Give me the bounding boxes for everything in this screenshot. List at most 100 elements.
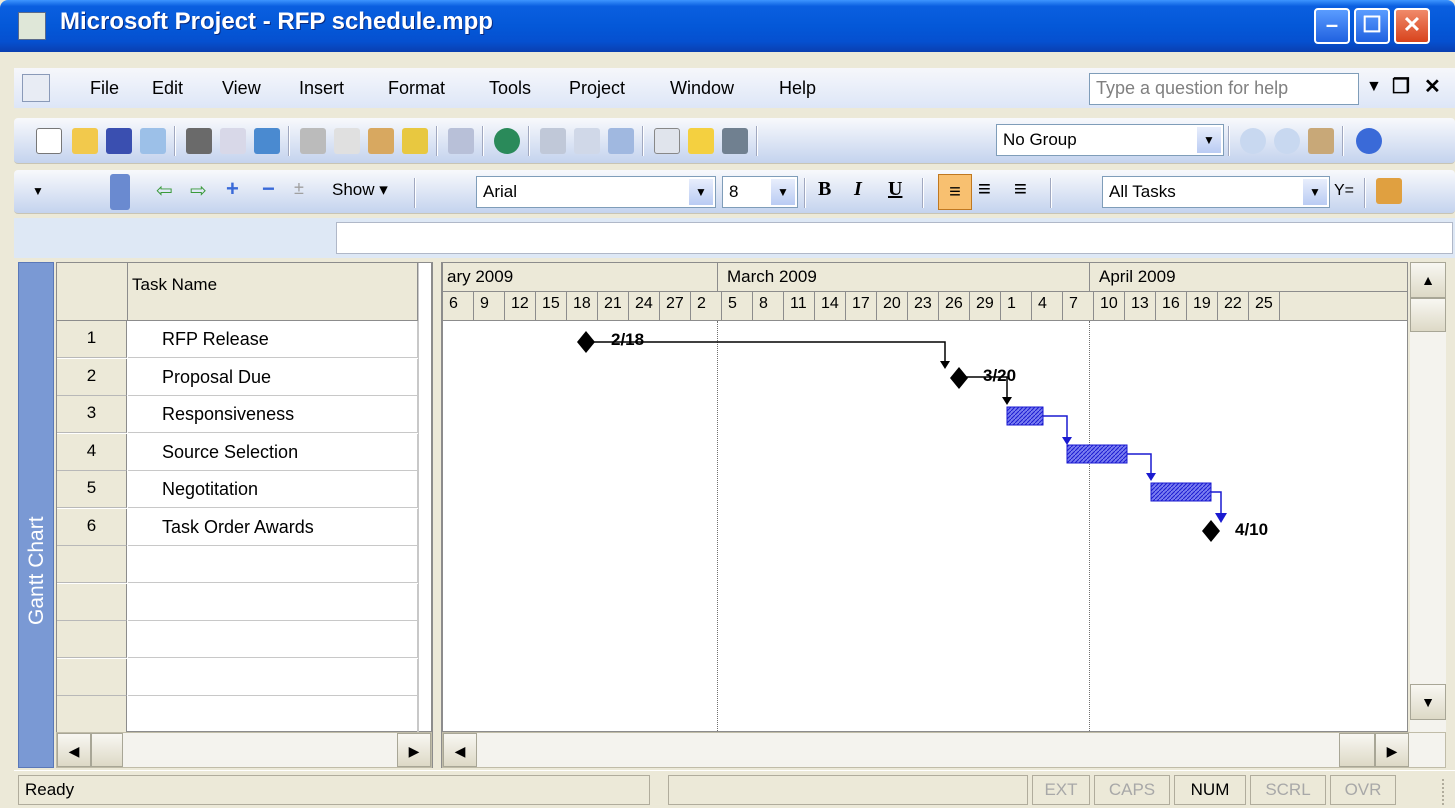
chart-horizontal-scrollbar[interactable]: ◀ ▶ (442, 732, 1446, 768)
print-preview-icon[interactable] (220, 128, 246, 154)
assign-resources-icon[interactable] (722, 128, 748, 154)
view-splitter[interactable] (432, 262, 442, 768)
task-name-cell[interactable]: Task Order Awards (128, 508, 418, 546)
row-id-cell[interactable]: 1 (57, 321, 127, 358)
align-right-button[interactable]: ≡ (1014, 176, 1027, 202)
menu-view[interactable]: View (222, 78, 261, 99)
chevron-down-icon[interactable]: ▼ (689, 179, 713, 205)
format-painter-icon[interactable] (402, 128, 428, 154)
milestone-diamond[interactable] (1202, 520, 1220, 542)
row-header-corner[interactable] (57, 263, 128, 321)
bold-button[interactable]: B (818, 178, 831, 201)
scroll-thumb[interactable] (1410, 298, 1446, 332)
filter-select[interactable]: All Tasks ▼ (1102, 176, 1330, 208)
task-name-cell[interactable] (128, 658, 418, 696)
task-name-cell[interactable]: Responsiveness (128, 396, 418, 433)
row-id-cell[interactable]: 3 (57, 396, 127, 433)
view-bar[interactable]: Gantt Chart (18, 262, 54, 768)
task-name-cell[interactable]: RFP Release (128, 321, 418, 358)
app-icon[interactable] (18, 12, 46, 40)
entry-field[interactable] (336, 222, 1453, 254)
font-size-select[interactable]: 8 ▼ (722, 176, 798, 208)
task-name-cell[interactable] (128, 621, 418, 658)
italic-button[interactable]: I (854, 178, 862, 201)
row-id-cell[interactable] (57, 621, 127, 658)
unlink-tasks-icon[interactable] (574, 128, 600, 154)
chevron-down-icon[interactable]: ▼ (1197, 127, 1221, 153)
save-icon[interactable] (106, 128, 132, 154)
task-name-cell[interactable] (128, 546, 418, 583)
task-info-icon[interactable] (654, 128, 680, 154)
open-icon[interactable] (72, 128, 98, 154)
milestone-diamond[interactable] (950, 367, 968, 389)
scroll-left-icon[interactable]: ◀ (443, 733, 477, 767)
copy-icon[interactable] (334, 128, 360, 154)
scroll-thumb[interactable] (91, 733, 123, 767)
cut-icon[interactable] (300, 128, 326, 154)
chevron-down-icon[interactable]: ▼ (32, 184, 44, 198)
help-search-input[interactable]: Type a question for help (1089, 73, 1359, 105)
task-bar[interactable] (1150, 482, 1212, 502)
resize-grip[interactable] (1414, 779, 1444, 805)
show-menu-button[interactable]: Show ▾ (332, 180, 388, 200)
menu-tools[interactable]: Tools (489, 78, 531, 99)
align-center-button[interactable]: ≡ (978, 176, 991, 202)
gantt-wizard-icon[interactable] (1376, 178, 1402, 204)
goto-task-icon[interactable] (1308, 128, 1334, 154)
underline-button[interactable]: U (888, 178, 902, 201)
menu-insert[interactable]: Insert (299, 78, 344, 99)
column-header-task-name[interactable]: Task Name (128, 263, 418, 321)
link-tasks-icon[interactable] (540, 128, 566, 154)
task-name-cell[interactable]: Negotitation (128, 471, 418, 508)
task-notes-icon[interactable] (688, 128, 714, 154)
scroll-left-icon[interactable]: ◀ (57, 733, 91, 767)
scroll-thumb[interactable] (1339, 733, 1375, 767)
help-icon[interactable] (1356, 128, 1382, 154)
menu-format[interactable]: Format (388, 78, 445, 99)
toolbar-options-icon[interactable] (110, 174, 130, 210)
search-icon[interactable] (140, 128, 166, 154)
task-name-cell[interactable] (128, 696, 418, 733)
milestone-diamond[interactable] (577, 331, 595, 353)
task-name-cell[interactable] (128, 583, 418, 621)
close-button[interactable]: ✕ (1394, 8, 1430, 44)
minimize-button[interactable]: – (1314, 8, 1350, 44)
close-doc-icon[interactable]: ✕ (1424, 74, 1441, 99)
spelling-icon[interactable] (254, 128, 280, 154)
vertical-scrollbar[interactable]: ▲ ▼ (1410, 262, 1446, 732)
task-name-cell[interactable]: Source Selection (128, 433, 418, 471)
show-all-subtasks-icon[interactable]: ± (294, 178, 304, 199)
undo-icon[interactable] (448, 128, 474, 154)
print-icon[interactable] (186, 128, 212, 154)
chevron-down-icon[interactable]: ▼ (771, 179, 795, 205)
menu-project[interactable]: Project (569, 78, 625, 99)
show-subtasks-icon[interactable]: + (226, 176, 239, 202)
chevron-down-icon[interactable]: ▼ (1303, 179, 1327, 205)
autofilter-icon[interactable]: Y= (1334, 182, 1354, 200)
new-icon[interactable] (36, 128, 62, 154)
row-id-cell[interactable]: 5 (57, 471, 127, 508)
row-id-cell[interactable] (57, 658, 127, 696)
table-horizontal-scrollbar[interactable]: ◀ ▶ (56, 732, 432, 768)
hide-subtasks-icon[interactable]: − (262, 176, 275, 202)
restore-doc-icon[interactable]: ❐ (1392, 74, 1410, 99)
scroll-up-icon[interactable]: ▲ (1410, 262, 1446, 298)
row-id-cell[interactable]: 6 (57, 508, 127, 546)
split-task-icon[interactable] (608, 128, 634, 154)
document-icon[interactable] (22, 74, 50, 102)
font-select[interactable]: Arial ▼ (476, 176, 716, 208)
maximize-button[interactable]: ☐ (1354, 8, 1390, 44)
menu-help[interactable]: Help (779, 78, 816, 99)
hyperlink-globe-icon[interactable] (494, 128, 520, 154)
row-id-cell[interactable] (57, 696, 127, 733)
row-id-cell[interactable]: 4 (57, 433, 127, 471)
zoom-out-icon[interactable] (1274, 128, 1300, 154)
menu-file[interactable]: File (90, 78, 119, 99)
row-id-cell[interactable] (57, 546, 127, 583)
row-id-cell[interactable]: 2 (57, 358, 127, 396)
task-bar[interactable] (1006, 406, 1044, 426)
menu-edit[interactable]: Edit (152, 78, 183, 99)
group-select[interactable]: No Group ▼ (996, 124, 1224, 156)
row-id-cell[interactable] (57, 583, 127, 621)
scroll-right-icon[interactable]: ▶ (397, 733, 431, 767)
